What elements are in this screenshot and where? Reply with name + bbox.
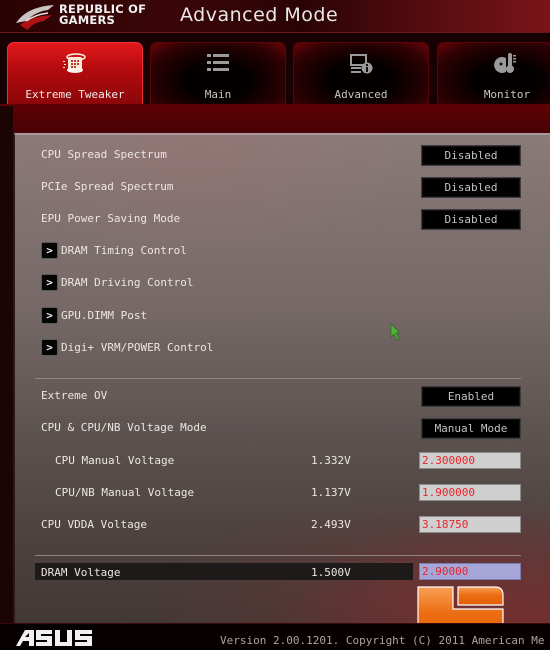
chevron-right-icon: > — [41, 274, 58, 291]
submenu-label: DRAM Timing Control — [61, 244, 187, 257]
setting-extreme-ov: Extreme OV Enabled — [15, 386, 535, 408]
submenu-digi-vrm-power-control[interactable]: > Digi+ VRM/POWER Control — [15, 338, 535, 360]
setting-label: CPU Spread Spectrum — [41, 148, 167, 161]
tab-label: Main — [204, 88, 232, 101]
chevron-right-icon: > — [41, 307, 58, 324]
tab-bar: Extreme Tweaker Main Advanced Monitor — [0, 34, 550, 106]
tab-underbar — [0, 104, 550, 134]
footer-bar: Version 2.00.1201. Copyright (C) 2011 Am… — [0, 623, 550, 650]
section-divider — [35, 378, 521, 379]
mouse-pointer-icon — [390, 323, 401, 341]
cpu-spread-spectrum-select[interactable]: Disabled — [421, 145, 521, 166]
setting-cpu-vdda-voltage: CPU VDDA Voltage 2.493V 3.18750 — [15, 515, 535, 537]
epu-power-saving-select[interactable]: Disabled — [421, 209, 521, 230]
setting-dram-voltage[interactable]: DRAM Voltage 1.500V 2.90000 — [15, 563, 535, 585]
submenu-dram-timing-control[interactable]: > DRAM Timing Control — [15, 241, 535, 263]
setting-label: Extreme OV — [41, 389, 108, 402]
setting-label: CPU VDDA Voltage — [41, 518, 147, 531]
setting-pcie-spread-spectrum: PCIe Spread Spectrum Disabled — [15, 177, 535, 199]
tab-extreme-tweaker[interactable]: Extreme Tweaker — [7, 42, 143, 106]
submenu-gpu-dimm-post[interactable]: > GPU.DIMM Post — [15, 306, 535, 328]
chevron-right-icon: > — [41, 339, 58, 356]
chevron-right-icon: > — [41, 242, 58, 259]
setting-cpu-manual-voltage: CPU Manual Voltage 1.332V 2.300000 — [15, 451, 535, 473]
left-edge — [0, 106, 14, 626]
submenu-label: Digi+ VRM/POWER Control — [61, 341, 214, 354]
cpu-manual-voltage-input[interactable]: 2.300000 — [419, 452, 521, 469]
voltage-mode-select[interactable]: Manual Mode — [421, 418, 521, 439]
brand-text: REPUBLIC OF GAMERS — [59, 3, 146, 27]
setting-label: CPU Manual Voltage — [55, 454, 175, 467]
version-copyright-text: Version 2.00.1201. Copyright (C) 2011 Am… — [220, 634, 545, 647]
submenu-label: GPU.DIMM Post — [61, 309, 148, 322]
extreme-ov-select[interactable]: Enabled — [421, 386, 521, 407]
voltage-reading: 2.493V — [311, 518, 351, 531]
monitor-thermometer-icon — [494, 53, 516, 73]
list-icon — [207, 54, 229, 71]
brand-line-2: GAMERS — [59, 13, 115, 27]
tab-main[interactable]: Main — [150, 42, 286, 106]
tab-label: Monitor — [483, 88, 531, 101]
setting-label: DRAM Voltage — [41, 566, 121, 579]
dram-voltage-input[interactable]: 2.90000 — [419, 563, 521, 580]
tab-label: Extreme Tweaker — [25, 88, 125, 101]
voltage-reading: 1.500V — [311, 566, 351, 579]
header-bar: REPUBLIC OF GAMERS Advanced Mode — [0, 0, 550, 33]
submenu-label: DRAM Driving Control — [61, 276, 194, 289]
cpu-vdda-voltage-input[interactable]: 3.18750 — [419, 516, 521, 533]
submenu-dram-driving-control[interactable]: > DRAM Driving Control — [15, 273, 535, 295]
tab-advanced[interactable]: Advanced — [293, 42, 429, 106]
setting-epu-power-saving: EPU Power Saving Mode Disabled — [15, 209, 535, 231]
voltage-reading: 1.332V — [311, 454, 351, 467]
setting-label: CPU & CPU/NB Voltage Mode — [41, 421, 207, 434]
setting-label: PCIe Spread Spectrum — [41, 180, 174, 193]
advanced-info-icon — [350, 54, 373, 74]
setting-label: EPU Power Saving Mode — [41, 212, 181, 225]
pcie-spread-spectrum-select[interactable]: Disabled — [421, 177, 521, 198]
setting-cpu-spread-spectrum: CPU Spread Spectrum Disabled — [15, 145, 535, 167]
extreme-tweaker-icon — [63, 53, 86, 73]
asus-logo-icon — [16, 630, 92, 646]
tab-monitor[interactable]: Monitor — [437, 42, 550, 106]
rog-eye-logo-icon — [16, 5, 54, 30]
setting-label: CPU/NB Manual Voltage — [55, 486, 195, 499]
settings-panel: CPU Spread Spectrum Disabled PCIe Spread… — [14, 133, 550, 623]
setting-cpunb-manual-voltage: CPU/NB Manual Voltage 1.137V 1.900000 — [15, 483, 535, 505]
section-divider — [35, 555, 521, 556]
setting-voltage-mode: CPU & CPU/NB Voltage Mode Manual Mode — [15, 418, 535, 440]
tab-label: Advanced — [334, 88, 388, 101]
cpunb-manual-voltage-input[interactable]: 1.900000 — [419, 484, 521, 501]
voltage-reading: 1.137V — [311, 486, 351, 499]
page-title: Advanced Mode — [180, 4, 339, 26]
